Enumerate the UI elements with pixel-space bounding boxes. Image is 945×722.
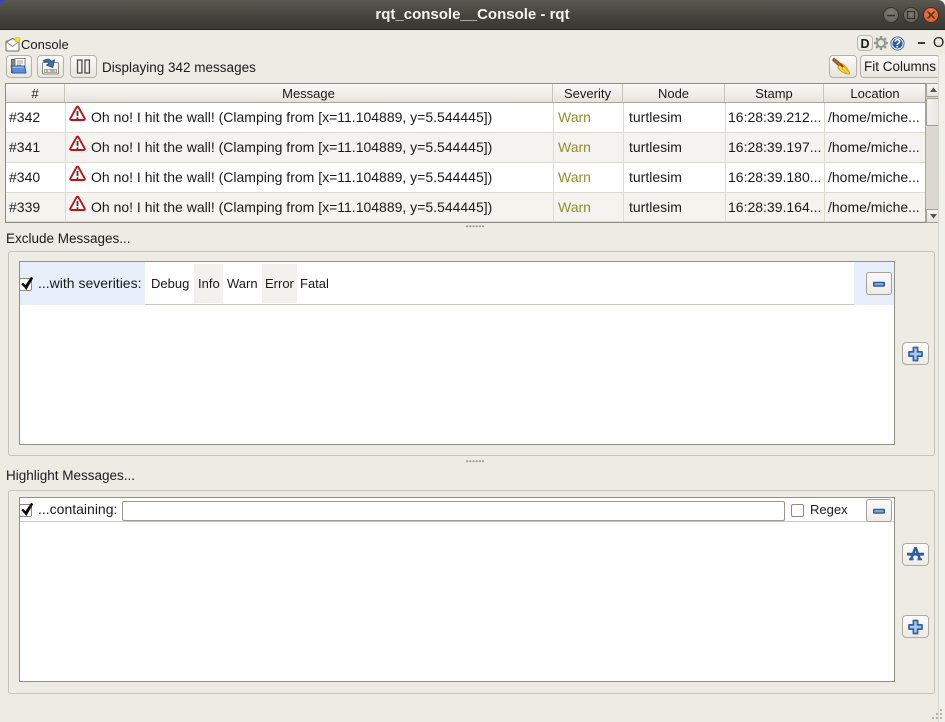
svg-text:?: ? — [894, 38, 901, 50]
